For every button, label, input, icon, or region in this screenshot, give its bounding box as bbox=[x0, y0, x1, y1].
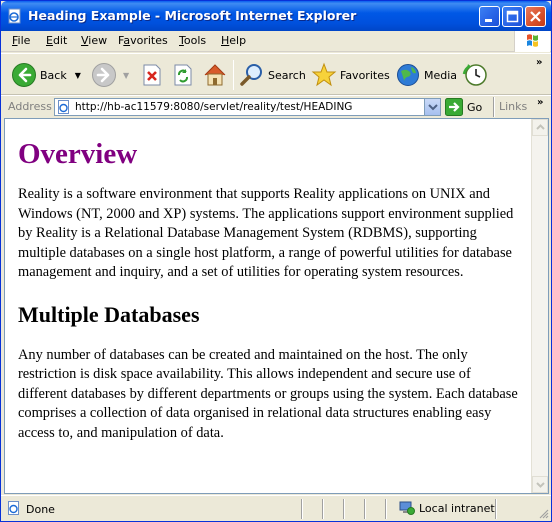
forward-dropdown-icon: ▼ bbox=[123, 70, 130, 80]
menu-file[interactable]: File bbox=[12, 34, 30, 47]
menu-help[interactable]: Help bbox=[221, 34, 246, 47]
maximize-button[interactable] bbox=[502, 6, 523, 27]
scroll-up-icon bbox=[536, 124, 545, 130]
forward-button[interactable]: ▼ bbox=[91, 60, 129, 90]
stop-icon bbox=[143, 64, 161, 86]
links-overflow-chevron[interactable]: » bbox=[537, 97, 543, 108]
scroll-down-button[interactable] bbox=[532, 476, 548, 493]
heading-multiple-databases: Multiple Databases bbox=[18, 301, 200, 327]
address-bar: Address http://hb-ac11579:8080/servlet/r… bbox=[1, 95, 551, 117]
refresh-button[interactable] bbox=[172, 60, 194, 90]
links-toolbar[interactable]: Links bbox=[499, 100, 527, 113]
toolbar-separator bbox=[233, 60, 234, 90]
page-done-icon bbox=[8, 501, 19, 515]
stop-button[interactable] bbox=[141, 60, 163, 90]
media-button[interactable]: Media bbox=[395, 60, 457, 90]
windows-logo bbox=[514, 31, 550, 52]
intranet-computer-icon bbox=[399, 501, 415, 515]
home-icon bbox=[204, 64, 226, 86]
back-dropdown-icon[interactable]: ▼ bbox=[75, 71, 81, 80]
menu-view[interactable]: View bbox=[81, 34, 107, 47]
page-icon bbox=[58, 100, 69, 114]
title-bar[interactable]: Heading Example - Microsoft Internet Exp… bbox=[1, 1, 551, 31]
scroll-up-button[interactable] bbox=[532, 119, 548, 136]
links-separator bbox=[493, 97, 495, 117]
windows-flag-icon bbox=[527, 34, 538, 47]
minimize-icon bbox=[485, 19, 492, 22]
menu-favorites[interactable]: Favorites bbox=[118, 34, 168, 47]
history-button[interactable] bbox=[462, 60, 488, 90]
minimize-button[interactable] bbox=[479, 6, 500, 27]
security-zone[interactable]: Local intranet bbox=[399, 500, 495, 516]
refresh-icon bbox=[174, 64, 192, 86]
address-label: Address bbox=[8, 100, 52, 113]
status-divider bbox=[301, 499, 303, 519]
status-divider bbox=[343, 499, 345, 519]
standard-toolbar: Back ▼ ▼ Search Favorites Media » bbox=[1, 53, 551, 95]
browser-window: Heading Example - Microsoft Internet Exp… bbox=[0, 0, 552, 522]
vertical-scrollbar[interactable] bbox=[531, 119, 548, 493]
favorites-button[interactable]: Favorites bbox=[311, 60, 390, 90]
go-button[interactable]: Go bbox=[445, 98, 482, 116]
menu-tools[interactable]: Tools bbox=[179, 34, 206, 47]
close-button[interactable] bbox=[525, 6, 546, 27]
status-divider bbox=[385, 499, 387, 519]
menu-edit[interactable]: Edit bbox=[46, 34, 67, 47]
menu-bar: File Edit View Favorites Tools Help bbox=[1, 31, 551, 52]
paragraph-multiple-databases: Any number of databases can be created a… bbox=[18, 346, 518, 441]
media-globe-icon bbox=[397, 64, 419, 86]
address-input[interactable]: http://hb-ac11579:8080/servlet/reality/t… bbox=[54, 98, 441, 116]
home-button[interactable] bbox=[202, 60, 228, 90]
back-button[interactable]: Back ▼ bbox=[11, 60, 81, 90]
scroll-down-icon bbox=[536, 482, 545, 488]
page-content: Overview Reality is a software environme… bbox=[5, 119, 532, 493]
history-clock-icon bbox=[462, 64, 487, 86]
address-dropdown-button[interactable] bbox=[424, 99, 440, 115]
zone-label: Local intranet bbox=[419, 501, 495, 515]
heading-overview: Overview bbox=[18, 138, 138, 170]
address-url[interactable]: http://hb-ac11579:8080/servlet/reality/t… bbox=[75, 101, 352, 113]
maximize-icon bbox=[506, 10, 519, 23]
page-content-frame: Overview Reality is a software environme… bbox=[4, 118, 549, 494]
star-icon bbox=[311, 62, 337, 87]
paragraph-overview: Reality is a software environment that s… bbox=[18, 186, 514, 280]
status-divider bbox=[495, 499, 497, 519]
status-text: Done bbox=[26, 503, 55, 516]
status-bar: Done Local intranet bbox=[1, 495, 551, 521]
status-divider bbox=[364, 499, 366, 519]
resize-grip-icon[interactable] bbox=[537, 507, 549, 519]
search-icon bbox=[240, 64, 262, 86]
search-button[interactable]: Search bbox=[239, 60, 306, 90]
window-title: Heading Example - Microsoft Internet Exp… bbox=[28, 8, 357, 23]
back-arrow-icon bbox=[12, 63, 36, 87]
chevron-down-icon bbox=[428, 104, 438, 111]
go-arrow-icon bbox=[445, 98, 463, 116]
toolbar-overflow-chevron[interactable]: » bbox=[536, 57, 542, 68]
forward-arrow-icon bbox=[92, 63, 116, 87]
close-icon bbox=[530, 11, 541, 22]
ie-page-icon bbox=[8, 8, 21, 24]
status-divider bbox=[322, 499, 324, 519]
